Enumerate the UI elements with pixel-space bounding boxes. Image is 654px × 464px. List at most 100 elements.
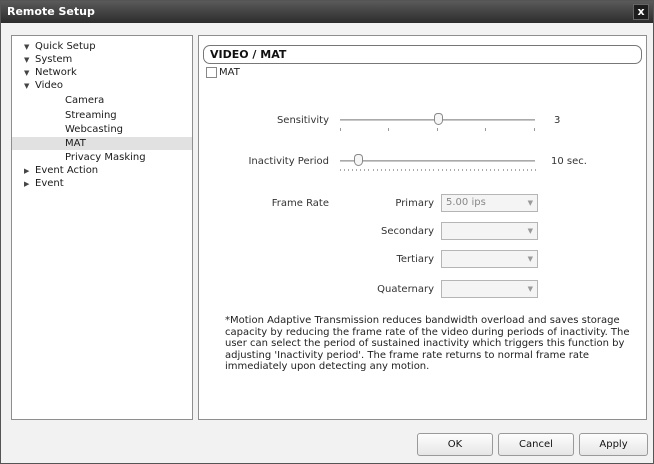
inactivity-period-label: Inactivity Period xyxy=(248,156,329,167)
inactivity-period-tick xyxy=(506,169,508,171)
section-title: VIDEO / MAT xyxy=(203,45,642,64)
tree-item-webcasting[interactable]: Webcasting xyxy=(12,123,123,136)
secondary-frame-rate-select[interactable]: ▼ xyxy=(441,222,538,240)
inactivity-period-tick xyxy=(392,169,394,171)
inactivity-period-tick xyxy=(441,169,443,171)
tree-item-label: System xyxy=(35,54,73,65)
primary-frame-rate-select[interactable]: 5.00 ips ▼ xyxy=(441,194,538,212)
close-button[interactable]: x xyxy=(633,4,649,20)
sensitivity-value: 3 xyxy=(554,115,561,126)
inactivity-period-tick xyxy=(409,169,411,171)
inactivity-period-tick xyxy=(449,169,451,171)
inactivity-period-tick xyxy=(437,169,439,171)
expanded-arrow-icon[interactable]: ▼ xyxy=(24,80,35,93)
quaternary-frame-rate-select[interactable]: ▼ xyxy=(441,280,538,298)
inactivity-period-tick xyxy=(400,169,402,171)
sensitivity-label: Sensitivity xyxy=(276,115,329,126)
settings-tree: ▼ Quick Setup ▼ System ▼ Network ▼ Video Cam… xyxy=(11,35,193,420)
inactivity-period-tick xyxy=(474,169,476,171)
inactivity-period-tick xyxy=(396,169,398,171)
mat-settings-panel: VIDEO / MAT MAT Sensitivity 3 Inactivity… xyxy=(198,35,647,420)
cancel-button[interactable]: Cancel xyxy=(498,433,574,456)
inactivity-period-tick xyxy=(502,169,504,171)
mat-description-note: *Motion Adaptive Transmission reduces ba… xyxy=(225,315,630,372)
inactivity-period-tick xyxy=(356,169,358,171)
inactivity-period-tick xyxy=(522,169,524,171)
inactivity-period-tick xyxy=(348,169,350,171)
primary-frame-rate-value: 5.00 ips xyxy=(446,197,486,208)
inactivity-period-tick xyxy=(445,169,447,171)
tree-item-system[interactable]: ▼ System xyxy=(12,53,72,66)
remote-setup-window: Remote Setup x ▼ Quick Setup ▼ System ▼ Net… xyxy=(0,0,654,464)
inactivity-period-tick xyxy=(518,169,520,171)
inactivity-period-tick xyxy=(514,169,516,171)
inactivity-period-tick xyxy=(429,169,431,171)
inactivity-number: 10 xyxy=(551,156,564,167)
tree-item-event[interactable]: ▶ Event xyxy=(12,177,64,190)
tree-item-label: Video xyxy=(35,80,64,91)
inactivity-period-tick xyxy=(425,169,427,171)
tertiary-label: Tertiary xyxy=(396,254,434,265)
inactivity-period-tick xyxy=(498,169,500,171)
sensitivity-tick xyxy=(534,128,535,131)
chevron-down-icon: ▼ xyxy=(527,199,533,207)
inactivity-period-track[interactable] xyxy=(340,160,535,162)
inactivity-period-tick xyxy=(376,169,378,171)
inactivity-period-tick xyxy=(465,169,467,171)
mat-checkbox-label: MAT xyxy=(219,67,240,78)
inactivity-period-tick xyxy=(535,169,536,171)
apply-button[interactable]: Apply xyxy=(579,433,648,456)
inactivity-period-tick xyxy=(478,169,480,171)
tree-item-quick-setup[interactable]: ▼ Quick Setup xyxy=(12,40,96,53)
inactivity-period-tick xyxy=(470,169,471,171)
collapsed-arrow-icon[interactable]: ▶ xyxy=(24,178,35,191)
tree-item-network[interactable]: ▼ Network xyxy=(12,66,77,79)
quaternary-label: Quaternary xyxy=(377,284,434,295)
inactivity-period-tick xyxy=(490,169,492,171)
inactivity-period-tick xyxy=(461,169,463,171)
inactivity-period-tick xyxy=(482,169,484,171)
inactivity-period-tick xyxy=(368,169,370,171)
inactivity-period-tick xyxy=(510,169,512,171)
inactivity-period-tick xyxy=(486,169,488,171)
chevron-down-icon: ▼ xyxy=(527,285,533,293)
inactivity-period-tick xyxy=(530,169,532,171)
tree-item-event-action[interactable]: ▶ Event Action xyxy=(12,164,98,177)
chevron-down-icon: ▼ xyxy=(527,255,533,263)
chevron-down-icon: ▼ xyxy=(527,227,533,235)
sensitivity-slider-thumb[interactable] xyxy=(433,113,443,125)
inactivity-period-tick xyxy=(457,169,459,171)
tree-item-camera[interactable]: Camera xyxy=(12,94,104,107)
inactivity-period-tick xyxy=(405,169,406,171)
inactivity-period-tick xyxy=(340,169,341,171)
inactivity-period-tick xyxy=(453,169,455,171)
tree-item-streaming[interactable]: Streaming xyxy=(12,109,117,122)
frame-rate-label: Frame Rate xyxy=(271,198,329,209)
inactivity-period-tick xyxy=(417,169,419,171)
inactivity-period-tick xyxy=(433,169,435,171)
tree-item-video[interactable]: ▼ Video xyxy=(12,79,63,92)
inactivity-period-tick xyxy=(413,169,415,171)
sensitivity-tick xyxy=(340,128,341,131)
title-bar[interactable]: Remote Setup x xyxy=(1,1,653,23)
ok-button[interactable]: OK xyxy=(417,433,493,456)
inactivity-period-tick xyxy=(360,169,362,171)
inactivity-period-tick xyxy=(526,169,528,171)
mat-checkbox[interactable] xyxy=(206,67,217,78)
sensitivity-tick xyxy=(437,128,438,131)
inactivity-unit: sec. xyxy=(566,156,587,167)
tree-item-label: Event Action xyxy=(35,165,99,176)
inactivity-period-slider-thumb[interactable] xyxy=(353,154,363,166)
tree-item-mat[interactable]: MAT xyxy=(12,137,192,150)
tree-item-label: Event xyxy=(35,178,64,189)
inactivity-period-tick xyxy=(421,169,423,171)
inactivity-period-value: 10 sec. xyxy=(551,156,587,168)
tree-item-label: Quick Setup xyxy=(35,41,96,52)
tree-item-privacy-masking[interactable]: Privacy Masking xyxy=(12,151,146,164)
inactivity-period-tick xyxy=(372,169,374,171)
sensitivity-tick xyxy=(485,128,486,131)
inactivity-period-tick xyxy=(384,169,386,171)
primary-label: Primary xyxy=(395,198,434,209)
tertiary-frame-rate-select[interactable]: ▼ xyxy=(441,250,538,268)
inactivity-period-tick xyxy=(388,169,390,171)
